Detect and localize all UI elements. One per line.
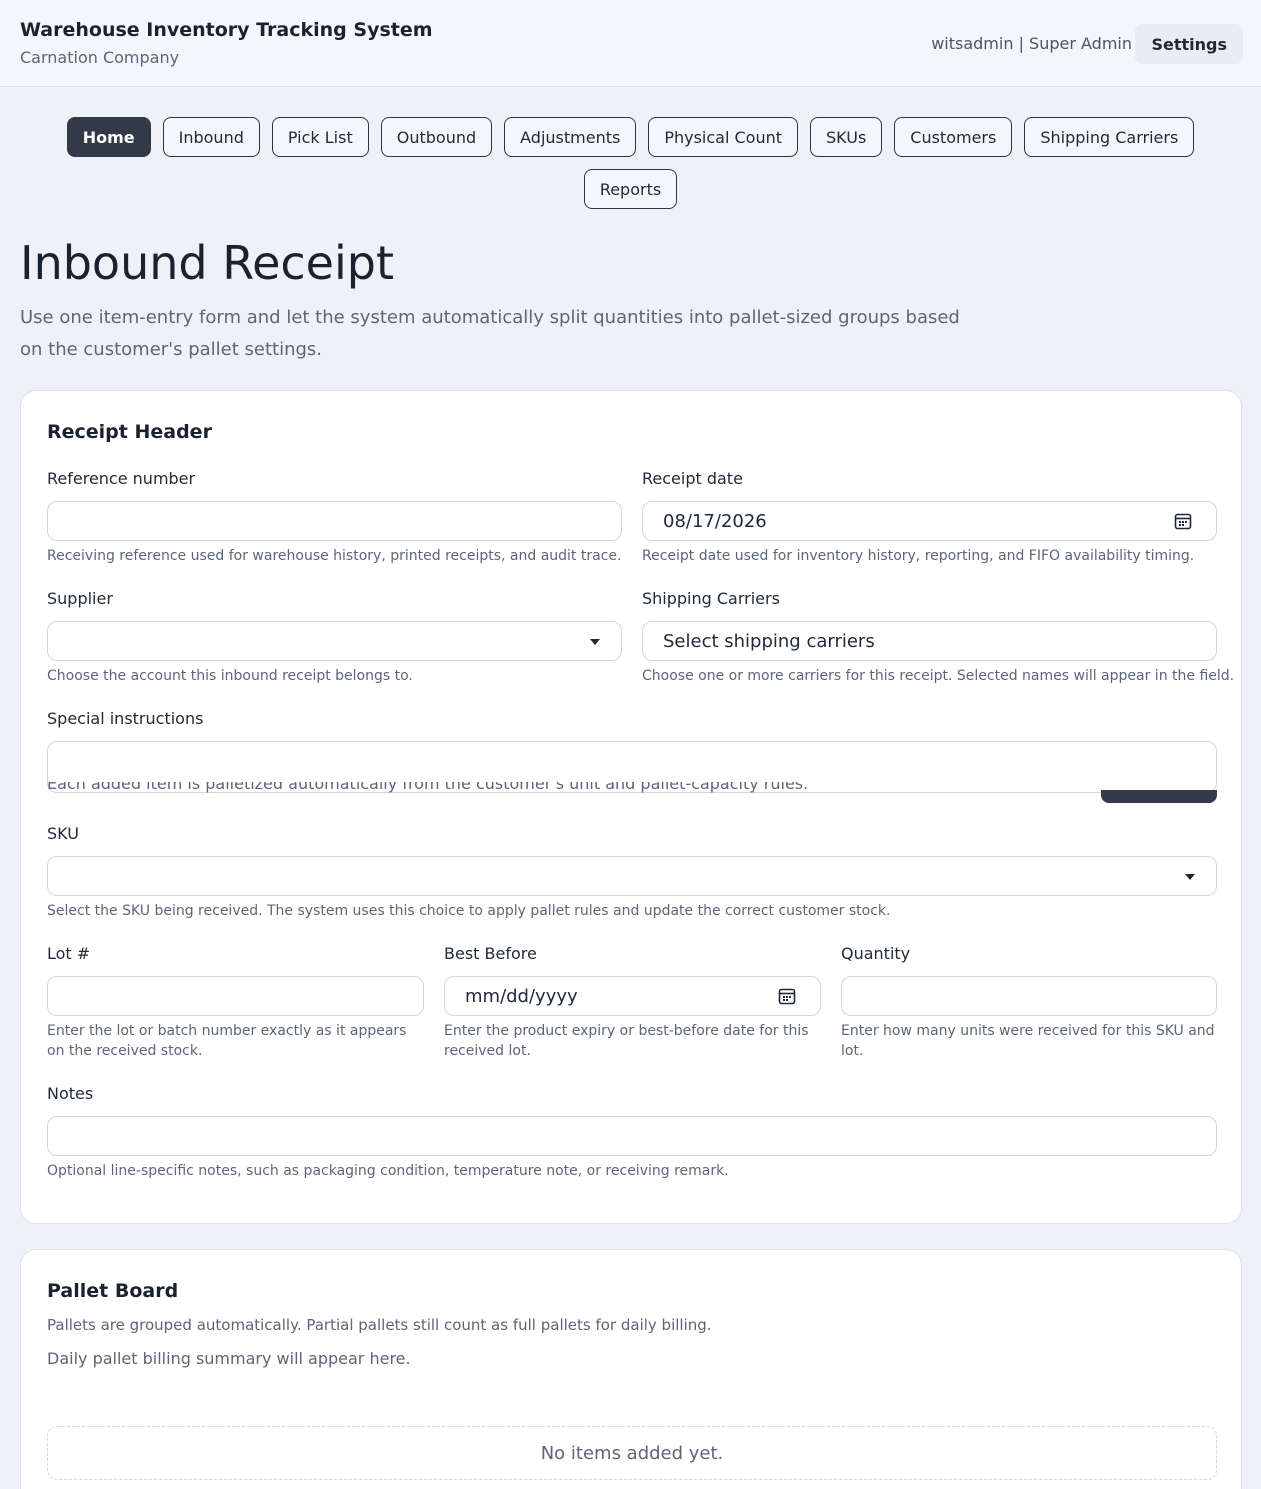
carriers-label: Shipping Carriers [642,589,780,608]
lot-label: Lot # [47,944,91,963]
best-before-label: Best Before [444,944,537,963]
sku-label: SKU [47,824,79,843]
supplier-help: Choose the account this inbound receipt … [47,668,413,684]
instructions-label: Special instructions [47,709,204,728]
notes-help: Optional line-specific notes, such as pa… [47,1163,729,1179]
supplier-select[interactable] [47,621,622,661]
best-before-help: Enter the product expiry or best-before … [444,1023,809,1059]
nav-reports-button[interactable]: Reports [583,169,678,209]
pallet-board-card: Pallet Board Pallets are grouped automat… [20,1249,1242,1489]
card-title: Pallet Board [47,1280,179,1302]
calendar-icon[interactable] [1174,512,1192,530]
app-title: Warehouse Inventory Tracking System [20,19,433,41]
nav-adjustments-button[interactable]: Adjustments [504,117,637,157]
receipt-header-card: Receipt Header Reference number Receivin… [20,390,1242,1224]
nav-shipping-carriers-button[interactable]: Shipping Carriers [1024,117,1195,157]
user-info: witsadmin | Super Admin [931,34,1132,53]
receipt-date-value: 08/17/2026 [663,510,767,532]
quantity-help: Enter how many units were received for t… [841,1023,1215,1059]
lot-help: Enter the lot or batch number exactly as… [47,1023,407,1059]
best-before-placeholder: mm/dd/yyyy [465,985,578,1007]
nav-physical-count-button[interactable]: Physical Count [648,117,799,157]
lot-input[interactable] [47,976,424,1016]
reference-help: Receiving reference used for warehouse h… [47,548,622,564]
receipt-date-help: Receipt date used for inventory history,… [642,548,1195,564]
nav-row: Home Inbound Pick List Outbound Adjustments P… [0,117,1261,157]
page-title: Inbound Receipt [20,236,394,290]
chevron-down-icon [590,639,600,645]
card-title: Receipt Header [47,421,212,443]
empty-items-message: No items added yet. [47,1426,1217,1480]
nav-customers-button[interactable]: Customers [894,117,1013,157]
top-bar: Warehouse Inventory Tracking System Carn… [0,0,1261,87]
carriers-help: Choose one or more carriers for this rec… [642,668,1235,684]
carriers-multiselect[interactable]: Select shipping carriers [642,621,1217,661]
page-description: Use one item-entry form and let the syst… [20,307,960,360]
supplier-label: Supplier [47,589,113,608]
company-name: Carnation Company [20,48,180,67]
receipt-date-label: Receipt date [642,469,743,488]
quantity-label: Quantity [841,944,911,963]
add-item-button[interactable] [1101,790,1217,803]
reference-input[interactable] [47,501,622,541]
palletize-note-text: Each added item is palletized automatica… [47,782,807,793]
chevron-down-icon [1185,874,1195,880]
settings-button[interactable]: Settings [1135,24,1243,64]
notes-input[interactable] [47,1116,1217,1156]
notes-label: Notes [47,1084,94,1103]
quantity-input[interactable] [841,976,1217,1016]
pallet-board-subtitle: Pallets are grouped automatically. Parti… [47,1316,712,1334]
nav-skus-button[interactable]: SKUs [810,117,883,157]
receipt-date-input[interactable]: 08/17/2026 [642,501,1217,541]
calendar-icon[interactable] [778,987,796,1005]
sku-help: Select the SKU being received. The syste… [47,903,891,919]
palletize-note: Each added item is palletized automatica… [47,782,807,802]
nav-outbound-button[interactable]: Outbound [380,117,493,157]
nav-row: Reports [0,169,1261,209]
nav-home-button[interactable]: Home [66,117,151,157]
carriers-placeholder: Select shipping carriers [663,630,875,652]
best-before-input[interactable]: mm/dd/yyyy [444,976,821,1016]
sku-select[interactable] [47,856,1217,896]
reference-label: Reference number [47,469,196,488]
nav-pick-list-button[interactable]: Pick List [271,117,369,157]
main-nav: Home Inbound Pick List Outbound Adjustments P… [0,117,1261,221]
billing-summary: Daily pallet billing summary will appear… [47,1349,411,1368]
nav-inbound-button[interactable]: Inbound [162,117,260,157]
